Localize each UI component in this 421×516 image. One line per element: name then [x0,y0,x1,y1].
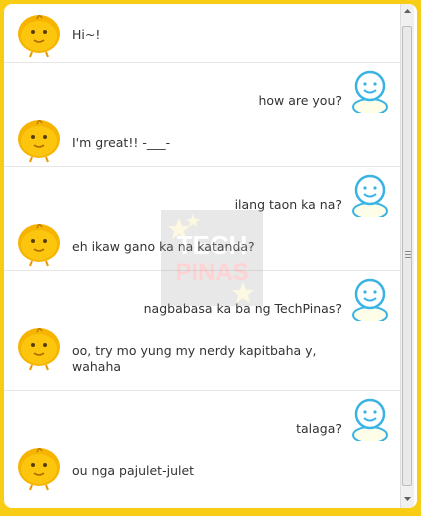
smiley-user-icon [352,398,388,441]
smiley-user-icon [352,174,388,217]
user-message: how are you? [4,63,400,115]
arrow-down-icon [404,497,411,501]
vertical-scrollbar[interactable] [400,4,414,508]
chat-exchange: talaga? ou nga pajulet-julet [4,391,400,501]
simsimi-chick-icon [18,120,60,163]
bot-message-text: ou nga pajulet-julet [72,463,195,478]
simsimi-chick-icon [18,328,60,371]
bot-message: oo, try mo yung my nerdy kapitbaha y, wa… [4,323,400,391]
simsimi-chick-icon [18,448,60,491]
techpinas-watermark: TECH PINAS [161,210,263,306]
bot-message-text: Hi~! [72,27,101,42]
chat-window: Hi~! how are you? I'm great!! -___- ilan… [4,4,417,508]
bot-message: Hi~! [4,4,400,58]
scroll-up-button[interactable] [401,4,414,20]
scroll-thumb[interactable] [402,26,412,486]
chat-exchange: Hi~! [4,4,400,63]
user-message-text: how are you? [258,93,342,108]
smiley-user-icon [352,70,388,113]
simsimi-chick-icon [18,224,60,267]
user-message-text: talaga? [296,421,342,436]
chat-exchange: how are you? I'm great!! -___- [4,63,400,167]
scroll-down-button[interactable] [401,492,414,508]
arrow-up-icon [404,9,411,13]
bot-message: I'm great!! -___- [4,115,400,167]
simsimi-chick-icon [18,15,60,58]
bot-message-text: oo, try mo yung my nerdy kapitbaha y, wa… [72,343,317,374]
grip-icon [405,251,411,260]
watermark-line1: TECH [177,230,248,260]
user-message: talaga? [4,391,400,443]
bot-message-text: I'm great!! -___- [72,135,171,150]
smiley-user-icon [352,278,388,321]
watermark-line2: PINAS [175,259,248,286]
bot-message: ou nga pajulet-julet [4,443,400,495]
